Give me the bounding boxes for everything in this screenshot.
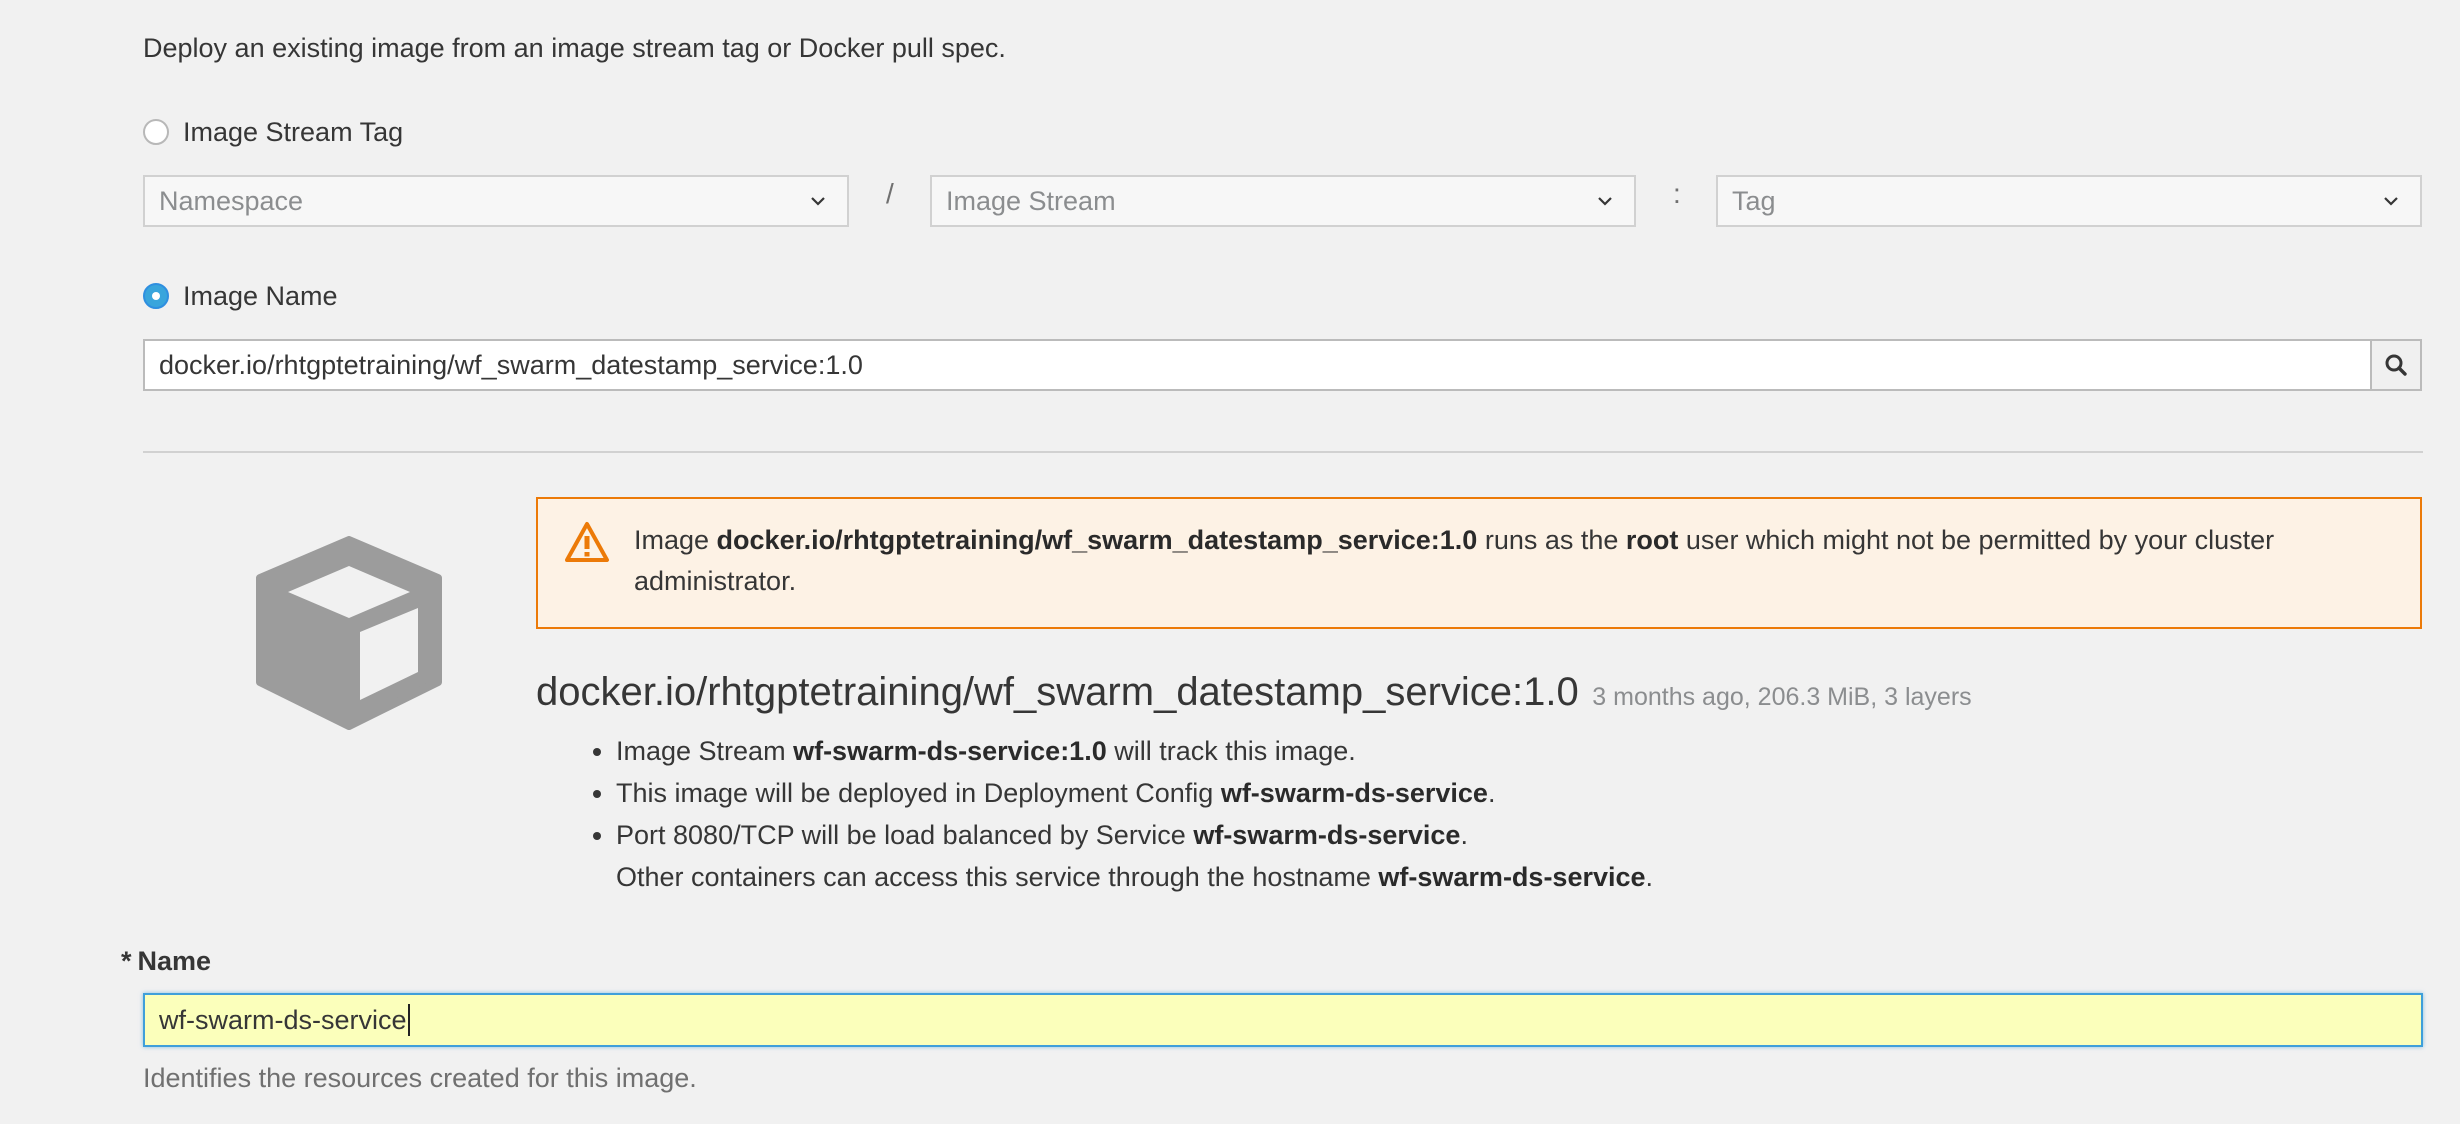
section-divider (143, 451, 2423, 453)
image-info-meta: 3 months ago, 206.3 MiB, 3 layers (1592, 683, 1972, 711)
image-stream-name: wf-swarm-ds-service:1.0 (793, 736, 1107, 766)
chevron-down-icon (2384, 197, 2398, 206)
cube-icon (256, 536, 442, 730)
bullet-text: Image Stream (616, 736, 794, 766)
image-name-label: Image Name (183, 281, 338, 311)
warning-user: root (1625, 525, 1679, 555)
search-button[interactable] (2370, 339, 2422, 391)
bullet-text: Port 8080/TCP will be load balanced by S… (616, 820, 1194, 850)
name-field-label: * Name (121, 941, 211, 981)
image-stream-placeholder: Image Stream (946, 185, 1116, 216)
name-input-value: wf-swarm-ds-service (159, 1004, 407, 1035)
image-summary: docker.io/rhtgptetraining/wf_swarm_dates… (536, 664, 1972, 725)
warning-image: docker.io/rhtgptetraining/wf_swarm_dates… (716, 525, 1478, 555)
list-item: Port 8080/TCP will be load balanced by S… (616, 814, 1653, 898)
list-item: Image Stream wf-swarm-ds-service:1.0 wil… (616, 730, 1653, 772)
tag-select[interactable]: Tag (1716, 175, 2422, 227)
image-stream-tag-radio[interactable] (143, 119, 169, 145)
bullet-text: . (1645, 862, 1654, 892)
image-info-name: docker.io/rhtgptetraining/wf_swarm_dates… (536, 670, 1579, 714)
warning-text-mid: runs as the (1477, 525, 1626, 555)
bullet-text: . (1487, 778, 1496, 808)
colon-separator: : (1673, 178, 1681, 209)
required-marker: * (121, 946, 132, 976)
chevron-down-icon (1598, 197, 1612, 206)
list-item: This image will be deployed in Deploymen… (616, 772, 1653, 814)
namespace-select[interactable]: Namespace (143, 175, 849, 227)
deployment-config-name: wf-swarm-ds-service (1220, 778, 1488, 808)
hostname: wf-swarm-ds-service (1378, 862, 1646, 892)
bullet-text: will track this image. (1106, 736, 1356, 766)
chevron-down-icon (811, 197, 825, 206)
intro-text: Deploy an existing image from an image s… (143, 33, 1006, 63)
image-name-radio[interactable] (143, 283, 169, 309)
warning-text-pre: Image (634, 525, 717, 555)
image-name-input[interactable]: docker.io/rhtgptetraining/wf_swarm_dates… (143, 339, 2371, 391)
image-name-option[interactable]: Image Name (143, 278, 338, 314)
root-user-warning: Image docker.io/rhtgptetraining/wf_swarm… (536, 497, 2422, 629)
bullet-text: . (1460, 820, 1468, 850)
image-name-value: docker.io/rhtgptetraining/wf_swarm_dates… (159, 349, 863, 380)
name-input[interactable]: wf-swarm-ds-service (143, 993, 2423, 1047)
slash-separator: / (886, 178, 894, 209)
name-help-text: Identifies the resources created for thi… (143, 1063, 697, 1093)
name-label-text: Name (137, 946, 212, 976)
image-stream-tag-label: Image Stream Tag (183, 117, 404, 147)
service-name: wf-swarm-ds-service (1193, 820, 1461, 850)
search-icon (2385, 354, 2407, 376)
image-stream-select[interactable]: Image Stream (930, 175, 1636, 227)
deployment-summary-list: Image Stream wf-swarm-ds-service:1.0 wil… (560, 730, 1653, 898)
tag-placeholder: Tag (1732, 185, 1776, 216)
bullet-text: Other containers can access this service… (616, 862, 1379, 892)
namespace-placeholder: Namespace (159, 185, 304, 216)
warning-triangle-icon (565, 522, 609, 562)
bullet-text: This image will be deployed in Deploymen… (616, 778, 1221, 808)
text-caret (407, 1004, 410, 1036)
image-stream-tag-option[interactable]: Image Stream Tag (143, 114, 403, 150)
